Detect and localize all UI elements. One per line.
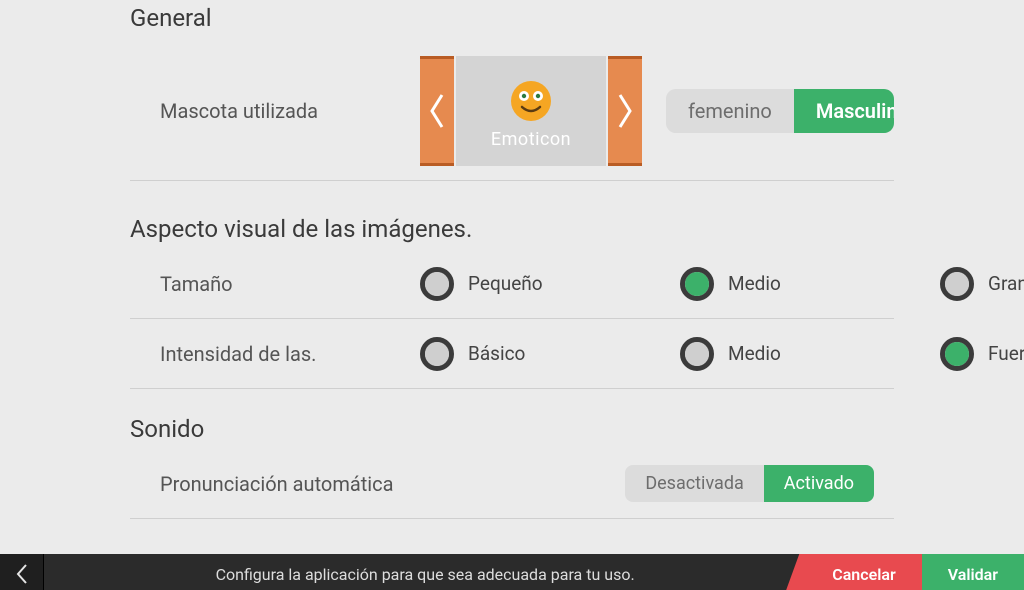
chevron-right-icon	[615, 91, 635, 131]
cancel-button[interactable]: Cancelar	[806, 554, 921, 590]
chevron-left-icon	[15, 563, 29, 585]
row-auto-pronounce: Pronunciación automática Desactivada Act…	[130, 449, 894, 519]
size-option-large[interactable]: Grande	[940, 267, 1024, 301]
footer-hint: Configura la aplicación para que sea ade…	[44, 554, 806, 590]
radio-icon	[680, 267, 714, 301]
intensity-option-basic[interactable]: Básico	[420, 337, 570, 371]
row-mascot: Mascota utilizada Em	[130, 38, 894, 181]
size-option-medium[interactable]: Medio	[680, 267, 830, 301]
radio-icon	[420, 337, 454, 371]
mascot-next-button[interactable]	[608, 56, 642, 166]
row-intensity: Intensidad de las. Básico Medio Fuerte	[130, 319, 894, 389]
size-option-small[interactable]: Pequeño	[420, 267, 570, 301]
section-title-visual: Aspecto visual de las imágenes.	[130, 215, 894, 243]
validate-button[interactable]: Validar	[922, 554, 1024, 590]
emoji-face-icon	[509, 79, 553, 123]
radio-set-intensity: Básico Medio Fuerte	[420, 337, 1024, 371]
gender-toggle: femenino Masculino	[666, 89, 894, 133]
mascot-card[interactable]: Emoticon	[456, 56, 606, 166]
row-size: Tamaño Pequeño Medio Grande	[130, 249, 894, 319]
label-size: Tamaño	[160, 272, 420, 296]
mascot-caption: Emoticon	[491, 129, 571, 150]
intensity-option-medium[interactable]: Medio	[680, 337, 830, 371]
radio-label: Fuerte	[988, 342, 1024, 365]
label-mascot: Mascota utilizada	[160, 99, 420, 123]
radio-icon	[680, 337, 714, 371]
intensity-option-strong[interactable]: Fuerte	[940, 337, 1024, 371]
section-title-general: General	[130, 4, 894, 32]
radio-icon	[420, 267, 454, 301]
auto-pronounce-on[interactable]: Activado	[764, 465, 874, 502]
label-auto-pronounce: Pronunciación automática	[160, 472, 625, 496]
radio-label: Grande	[988, 272, 1024, 295]
mascot-picker: Emoticon	[420, 56, 642, 166]
radio-label: Medio	[728, 272, 781, 295]
cancel-button-label: Cancelar	[832, 565, 895, 584]
validate-button-label: Validar	[948, 565, 998, 584]
label-intensity: Intensidad de las.	[160, 342, 420, 366]
radio-set-size: Pequeño Medio Grande	[420, 267, 1024, 301]
radio-label: Básico	[468, 342, 525, 365]
gender-option-male[interactable]: Masculino	[794, 89, 894, 133]
radio-label: Medio	[728, 342, 781, 365]
auto-pronounce-toggle: Desactivada Activado	[625, 465, 874, 502]
section-title-sound: Sonido	[130, 415, 894, 443]
bottom-bar: Configura la aplicación para que sea ade…	[0, 554, 1024, 590]
mascot-prev-button[interactable]	[420, 56, 454, 166]
gender-option-female[interactable]: femenino	[666, 89, 794, 133]
auto-pronounce-off[interactable]: Desactivada	[625, 465, 763, 502]
back-button[interactable]	[0, 554, 44, 590]
radio-icon	[940, 337, 974, 371]
chevron-left-icon	[427, 91, 447, 131]
radio-icon	[940, 267, 974, 301]
radio-label: Pequeño	[468, 272, 543, 295]
